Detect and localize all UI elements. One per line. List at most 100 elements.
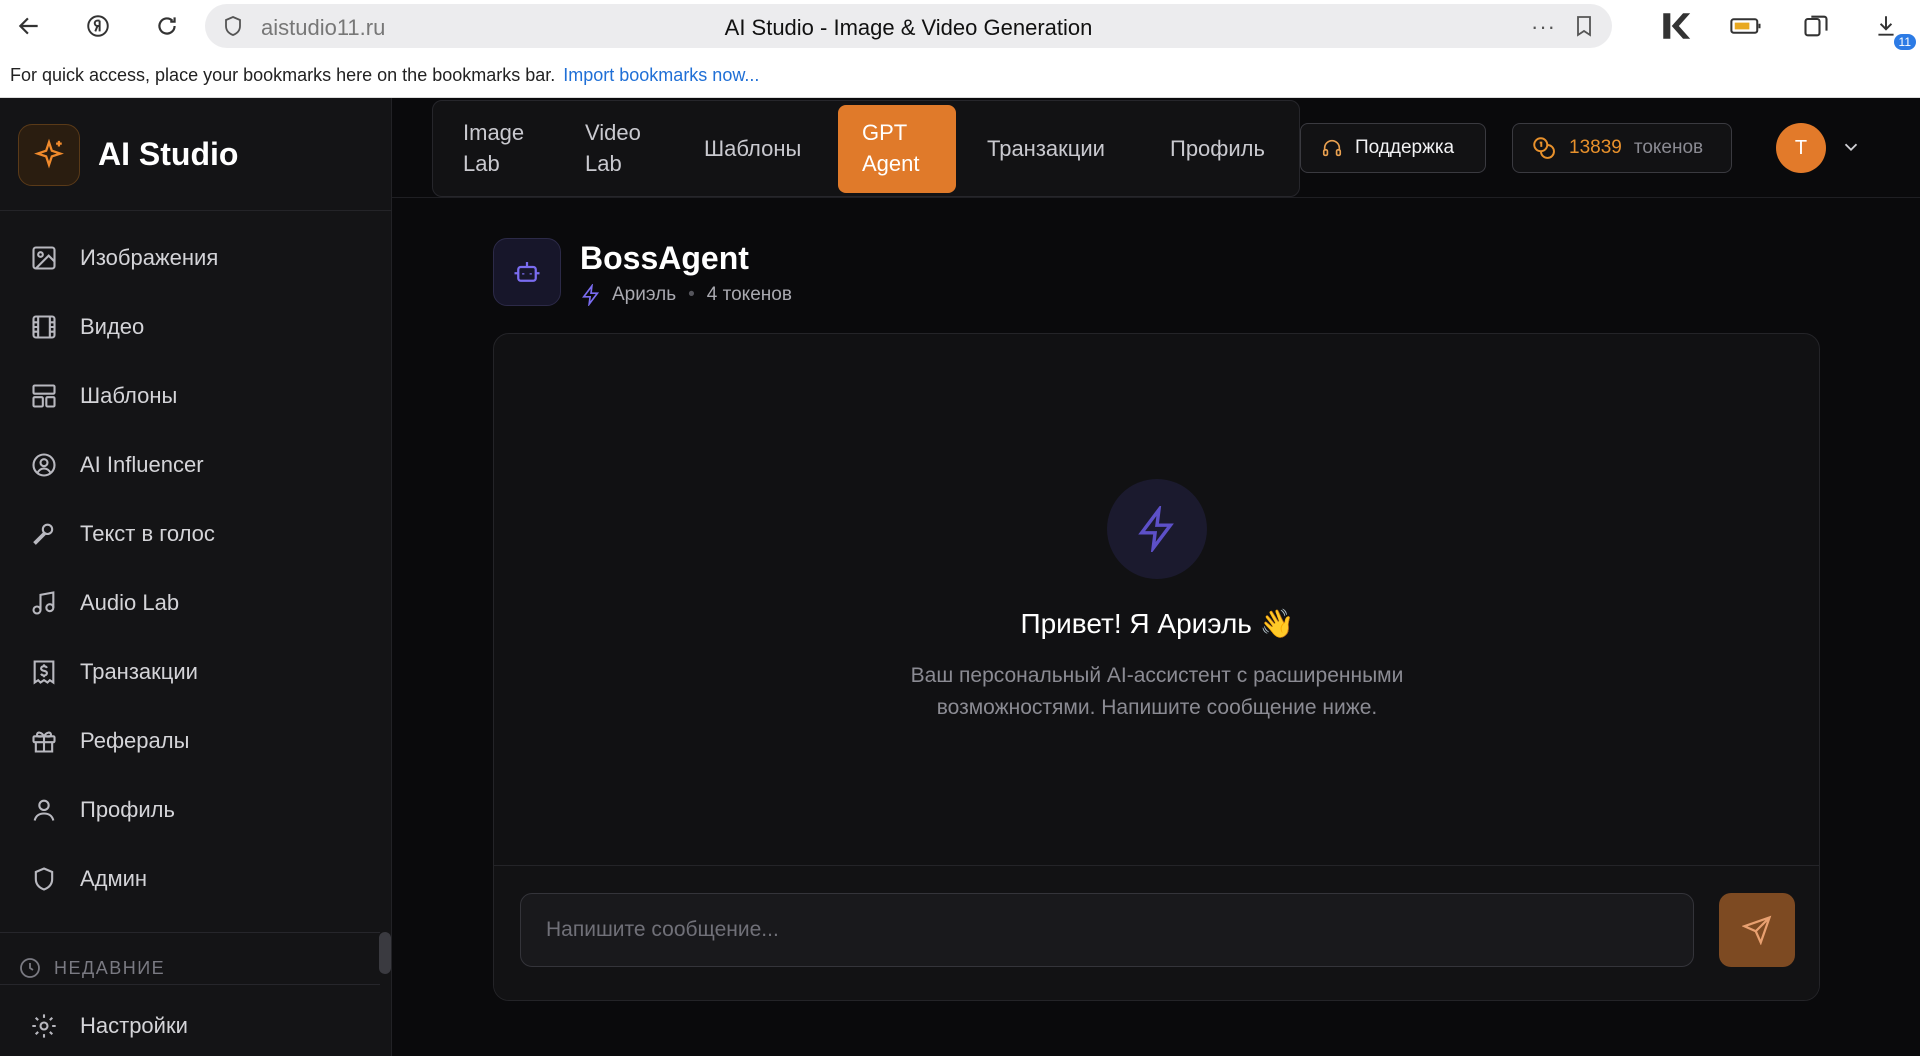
sidebar-menu: Изображения Видео Шаблоны AI Influencer … [0, 223, 392, 913]
user-circle-icon [32, 452, 56, 477]
token-count: 13839 [1569, 137, 1622, 158]
tab-label: Lab [585, 151, 622, 176]
token-label: токенов [1633, 137, 1704, 158]
sidebar-item-label: Профиль [80, 796, 175, 822]
import-bookmarks-link[interactable]: Import bookmarks now... [563, 65, 759, 86]
tab-label: Image [463, 120, 525, 146]
sidebar-item-label: Шаблоны [80, 382, 178, 408]
gear-icon [32, 1014, 56, 1038]
agent-meta: Ариэль • 4 токенов [580, 284, 792, 306]
chat-greeting: Привет! Я Ариэль 👋 [1020, 608, 1295, 639]
agent-persona: Ариэль [612, 284, 677, 305]
sparkle-logo-icon[interactable] [18, 124, 80, 186]
sidebar-item-label: Админ [80, 865, 148, 891]
sidebar-divider [0, 932, 380, 933]
agent-cost: 4 токенов [706, 284, 792, 305]
receipt-dollar-icon [33, 659, 55, 684]
coins-icon [1533, 137, 1555, 159]
image-icon [32, 245, 56, 270]
downloads-badge: 11 [1893, 34, 1916, 50]
bookmarks-prompt: For quick access, place your bookmarks h… [10, 64, 556, 85]
sidebar-item-video[interactable]: Видео [0, 292, 392, 361]
sidebar-item-text-to-voice[interactable]: Текст в голос [0, 499, 392, 568]
download-icon[interactable]: 11 [1866, 8, 1916, 50]
recent-section-header[interactable]: НЕДАВНИЕ [18, 956, 165, 980]
gift-icon [32, 731, 56, 753]
sidebar-item-label: Транзакции [80, 658, 198, 684]
token-balance[interactable]: 13839 токенов [1512, 123, 1732, 173]
tab-gpt-agent[interactable]: GPT Agent [838, 105, 956, 193]
sidebar-item-label: Audio Lab [80, 589, 180, 615]
battery-icon[interactable] [1726, 8, 1766, 44]
topnav-divider [392, 197, 1920, 198]
page-title: AI Studio - Image & Video Generation [724, 15, 1093, 40]
more-icon[interactable]: ··· [1531, 14, 1556, 40]
tab-label: GPT [862, 120, 908, 146]
tab-label: Video [585, 120, 641, 146]
tab-label: Транзакции [987, 135, 1105, 161]
sidebar-item-templates[interactable]: Шаблоны [0, 361, 392, 430]
lightning-icon [1107, 479, 1207, 579]
reload-icon[interactable] [149, 8, 185, 44]
chat-description: Ваш персональный AI-ассистент с расширен… [910, 664, 1404, 719]
layout-icon [32, 383, 56, 408]
support-label: Поддержка [1355, 137, 1455, 158]
tab-transactions[interactable]: Транзакции [987, 105, 1105, 193]
sidebar: AI Studio Изображения Видео Шаблоны AI I… [0, 98, 392, 1056]
agent-name: BossAgent [580, 240, 749, 276]
tabs-icon[interactable] [1796, 8, 1836, 44]
avatar[interactable]: T [1776, 123, 1826, 173]
sidebar-item-admin[interactable]: Админ [0, 844, 392, 913]
shield-icon [34, 866, 54, 891]
bot-icon [493, 238, 561, 306]
sidebar-item-transactions[interactable]: Транзакции [0, 637, 392, 706]
sidebar-item-settings[interactable]: Настройки [30, 1012, 188, 1040]
send-button[interactable] [1719, 893, 1795, 967]
sidebar-item-label: Текст в голос [80, 520, 215, 546]
extension-k-icon[interactable] [1656, 8, 1696, 44]
tab-label: Agent [862, 151, 920, 176]
chat-panel: Привет! Я Ариэль 👋 Ваш персональный AI-а… [493, 333, 1820, 1001]
sidebar-item-audio-lab[interactable]: Audio Lab [0, 568, 392, 637]
send-icon [1742, 915, 1772, 945]
chat-composer [494, 865, 1819, 1000]
tab-templates[interactable]: Шаблоны [704, 105, 801, 193]
logo-row: AI Studio [0, 98, 392, 211]
sidebar-divider [0, 984, 380, 985]
headphones-icon [1322, 139, 1342, 157]
sidebar-item-profile[interactable]: Профиль [0, 775, 392, 844]
tab-label: Профиль [1170, 135, 1265, 161]
lightning-icon [582, 284, 600, 306]
user-icon [33, 799, 55, 821]
bookmarks-bar: For quick access, place your bookmarks h… [0, 53, 1920, 98]
music-note-icon [32, 590, 55, 615]
sidebar-item-referrals[interactable]: Рефералы [0, 706, 392, 775]
back-icon[interactable] [11, 8, 47, 44]
browser-toolbar: aistudio11.ru AI Studio - Image & Video … [0, 0, 1920, 53]
app-name[interactable]: AI Studio [98, 136, 238, 173]
tab-label: Шаблоны [704, 135, 802, 161]
meta-separator: • [688, 284, 695, 305]
sidebar-item-ai-influencer[interactable]: AI Influencer [0, 430, 392, 499]
support-button[interactable]: Поддержка [1300, 123, 1486, 173]
settings-label: Настройки [80, 1013, 188, 1038]
sidebar-item-label: Видео [80, 313, 145, 339]
tab-profile[interactable]: Профиль [1170, 105, 1265, 193]
tab-video-lab[interactable]: Video Lab [585, 105, 641, 193]
message-input[interactable] [520, 893, 1694, 967]
sidebar-item-label: AI Influencer [80, 451, 204, 477]
sidebar-item-images[interactable]: Изображения [0, 223, 392, 292]
sidebar-scrollbar[interactable] [379, 932, 391, 974]
film-icon [32, 314, 56, 339]
microphone-icon [33, 523, 54, 545]
tab-image-lab[interactable]: Image Lab [463, 105, 524, 193]
yandex-icon[interactable] [80, 8, 116, 44]
tab-label: Lab [463, 151, 500, 176]
clock-icon [20, 958, 40, 978]
bookmark-icon[interactable] [1572, 14, 1596, 38]
sidebar-item-label: Изображения [80, 244, 219, 270]
chevron-down-icon[interactable] [1840, 136, 1862, 158]
sidebar-item-label: Рефералы [80, 727, 190, 753]
recent-label: НЕДАВНИЕ [54, 957, 166, 978]
address-bar[interactable]: aistudio11.ru AI Studio - Image & Video … [205, 4, 1612, 48]
